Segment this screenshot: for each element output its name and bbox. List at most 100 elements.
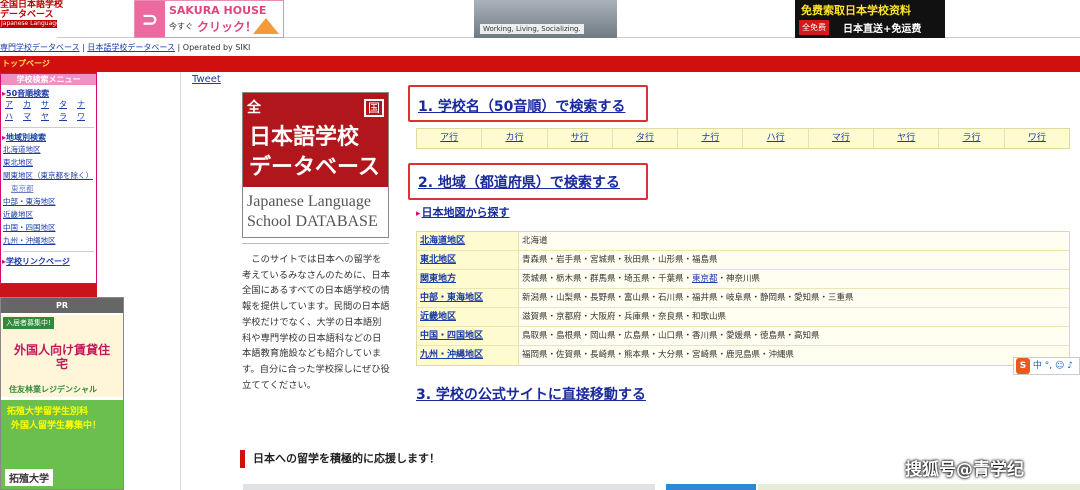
photo-ad-caption: Working, Living, Socializing. [480, 24, 584, 34]
japan-map-link[interactable]: 日本地図から探す [416, 204, 510, 220]
sidebar-region-section[interactable]: 地域別検索 [1, 132, 96, 143]
arrow-icon: ⊃ [135, 1, 165, 37]
logo-english-line1: Japanese Language [247, 193, 371, 210]
divider [3, 127, 94, 128]
kana-row-link[interactable]: サ行 [548, 129, 613, 148]
rental-ad-company: 住友林業レジデンシャル [9, 385, 97, 394]
breadcrumb-link-senmon[interactable]: 専門学校データベース [0, 43, 80, 52]
prefecture-list: 鳥取県・島根県・岡山県・広島県・山口県・香川県・愛媛県・徳島県・高知県 [519, 327, 1069, 345]
kana-link[interactable]: ハ [5, 111, 23, 123]
tweet-link[interactable]: Tweet [192, 74, 221, 85]
ime-status: 中 °, ☺ ♪ [1032, 361, 1073, 371]
prefecture-list: 茨城県・栃木県・群馬県・埼玉県・千葉県・東京都・神奈川県 [519, 270, 1069, 288]
free-ad-subtitle: 日本直送+免运费 [843, 24, 922, 35]
region-name-link[interactable]: 中部・東海地区 [417, 289, 519, 307]
divider [242, 243, 389, 244]
search-by-region-heading: 2. 地域（都道府県）で検索する [408, 163, 648, 200]
kana-row-link[interactable]: カ行 [482, 129, 548, 148]
prefecture-list: 青森県・岩手県・宮城県・秋田県・山形県・福島県 [519, 251, 1069, 269]
takushoku-ad-line1: 拓殖大学留学生別科 [7, 407, 89, 417]
logo-zen: 全 [247, 100, 261, 116]
search-by-region-link[interactable]: 2. 地域（都道府県）で検索する [410, 165, 646, 192]
kana-row-link[interactable]: ハ行 [743, 129, 809, 148]
region-name-link[interactable]: 近畿地区 [417, 308, 519, 326]
region-name-link[interactable]: 九州・沖縄地区 [417, 346, 519, 365]
official-site-link[interactable]: 3. 学校の公式サイトに直接移動する [416, 384, 646, 404]
sakura-house-title: SAKURA HOUSE [169, 4, 267, 17]
sakura-click-text: クリック！ [197, 20, 258, 34]
sidebar-region-link[interactable]: 近畿地区 [1, 208, 96, 221]
sharehouse-photo-ad[interactable]: Working, Living, Socializing. [474, 0, 617, 38]
kana-row-link[interactable]: マ行 [809, 129, 875, 148]
prefecture-text: ・神奈川県 [717, 274, 761, 284]
sidebar-region-link[interactable]: 中部・東海地区 [1, 195, 96, 208]
sakura-house-ad[interactable]: ⊃ SAKURA HOUSE 今すぐ クリック！ [134, 0, 284, 38]
footer-banner [758, 484, 1080, 490]
kana-link[interactable]: ヤ [41, 111, 59, 123]
region-name-link[interactable]: 北海道地区 [417, 232, 519, 250]
free-brochure-ad[interactable]: 免费索取日本学校资料 全免费 日本直送+免运费 [795, 0, 945, 38]
pr-box: PR 入居者募集中! 外国人向け賃貸住宅 住友林業レジデンシャル 拓殖大学留学生… [0, 297, 124, 490]
table-row: 近畿地区 滋賀県・京都府・大阪府・兵庫県・奈良県・和歌山県 [417, 308, 1069, 327]
region-table: 北海道地区 北海道 東北地区 青森県・岩手県・宮城県・秋田県・山形県・福島県 関… [416, 231, 1070, 366]
sakura-now-text: 今すぐ [169, 22, 193, 31]
kana-row-link[interactable]: ア行 [417, 129, 483, 148]
kana-link[interactable]: タ [59, 99, 77, 111]
prefecture-list: 北海道 [519, 232, 1069, 250]
footer-banner [666, 484, 756, 490]
sidebar-region-link[interactable]: 東京都 [1, 182, 96, 195]
kana-link[interactable]: マ [23, 111, 41, 123]
takushoku-ad-university: 拓殖大学 [5, 469, 53, 486]
sidebar-region-link[interactable]: 九州・沖縄地区 [1, 234, 96, 247]
logo-english-line2: School DATABASE [247, 213, 378, 230]
kana-row-link[interactable]: ワ行 [1005, 129, 1069, 148]
sidebar-region-link[interactable]: 関東地区（東京都を除く） [1, 169, 96, 182]
rental-ad-title: 外国人向け賃貸住宅 [13, 343, 110, 371]
rental-housing-ad[interactable]: 入居者募集中! 外国人向け賃貸住宅 住友林業レジデンシャル [1, 315, 123, 397]
prefecture-list: 新潟県・山梨県・長野県・富山県・石川県・福井県・岐阜県・静岡県・愛知県・三重県 [519, 289, 1069, 307]
table-row: 東北地区 青森県・岩手県・宮城県・秋田県・山形県・福島県 [417, 251, 1069, 270]
top-page-link[interactable]: トップページ [0, 59, 50, 68]
content-divider [180, 72, 181, 490]
takushoku-ad-line2: 外国人留学生募集中！ [11, 421, 102, 431]
prefecture-list: 滋賀県・京都府・大阪府・兵庫県・奈良県・和歌山県 [519, 308, 1069, 326]
region-name-link[interactable]: 中国・四国地区 [417, 327, 519, 345]
top-nav-bar: トップページ [0, 56, 1080, 72]
kana-link[interactable]: カ [23, 99, 41, 111]
kana-row-link[interactable]: タ行 [613, 129, 679, 148]
sidebar-region-link[interactable]: 北海道地区 [1, 143, 96, 156]
ime-toolbar[interactable]: S 中 °, ☺ ♪ [1013, 357, 1080, 375]
support-heading: 日本への留学を積極的に応援します！ [240, 450, 440, 468]
sidebar-links-section[interactable]: 学校リンクページ [1, 256, 96, 267]
region-name-link[interactable]: 東北地区 [417, 251, 519, 269]
kana-link[interactable]: ア [5, 99, 23, 111]
logo-line3: Japanese Language School Database [0, 20, 57, 28]
logo-koku: 国 [364, 99, 384, 117]
divider [3, 251, 94, 252]
sidebar-region-link[interactable]: 東北地区 [1, 156, 96, 169]
table-row: 関東地方 茨城県・栃木県・群馬県・埼玉県・千葉県・東京都・神奈川県 [417, 270, 1069, 289]
kana-link[interactable]: ワ [77, 111, 95, 123]
kana-row-link[interactable]: ラ行 [939, 129, 1005, 148]
table-row: 中国・四国地区 鳥取県・島根県・岡山県・広島県・山口県・香川県・愛媛県・徳島県・… [417, 327, 1069, 346]
search-by-name-link[interactable]: 1. 学校名（50音順）で検索する [410, 87, 646, 116]
logo-line1: 全国日本語学校 [0, 0, 64, 10]
sidebar-region-link[interactable]: 中国・四国地区 [1, 221, 96, 234]
kana-link[interactable]: ナ [77, 99, 95, 111]
tokyo-link[interactable]: 東京都 [692, 274, 718, 284]
kana-link[interactable]: サ [41, 99, 59, 111]
kana-row-link[interactable]: ナ行 [678, 129, 744, 148]
site-logo[interactable]: 全国日本語学校 データベース Japanese Language School … [0, 0, 64, 38]
kana-row-link[interactable]: ヤ行 [874, 129, 940, 148]
sidebar-kana-section[interactable]: 50音順検索 [1, 88, 96, 99]
takushoku-ad[interactable]: 拓殖大学留学生別科 外国人留学生募集中！ 拓殖大学 [1, 400, 123, 489]
pr-heading: PR [1, 298, 123, 313]
table-row: 九州・沖縄地区 福岡県・佐賀県・長崎県・熊本県・大分県・宮崎県・鹿児島県・沖縄県 [417, 346, 1069, 365]
kana-link[interactable]: ラ [59, 111, 77, 123]
table-row: 中部・東海地区 新潟県・山梨県・長野県・富山県・石川県・福井県・岐阜県・静岡県・… [417, 289, 1069, 308]
search-by-name-heading: 1. 学校名（50音順）で検索する [408, 85, 648, 122]
region-name-link[interactable]: 関東地方 [417, 270, 519, 288]
kana-row-table: ア行 カ行 サ行 タ行 ナ行 ハ行 マ行 ヤ行 ラ行 ワ行 [416, 128, 1070, 149]
breadcrumb-link-nihongo[interactable]: 日本語学校データベース [87, 43, 175, 52]
rental-ad-tag: 入居者募集中! [3, 317, 54, 329]
